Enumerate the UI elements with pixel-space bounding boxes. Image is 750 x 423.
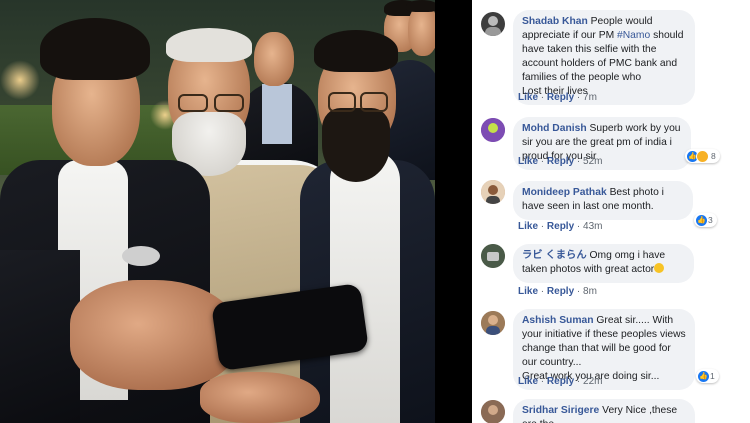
reaction-count: 8 [711, 151, 716, 161]
like-link[interactable]: Like [518, 286, 538, 297]
avatar[interactable] [481, 244, 505, 268]
laughing-emoji-icon [654, 263, 665, 273]
profile-image-icon [481, 118, 505, 142]
reply-link[interactable]: Reply [547, 221, 574, 232]
reply-link[interactable]: Reply [547, 376, 574, 387]
comment-actions: Like · Reply · 52m [518, 156, 603, 167]
comment-time: 8m [583, 286, 597, 297]
commenter-name[interactable]: Monideep Pathak [522, 187, 607, 198]
avatar[interactable] [481, 12, 505, 36]
comment-bubble: Shadab Khan People would appreciate if o… [513, 10, 695, 105]
comment-actions: Like · Reply · 8m [518, 286, 597, 297]
reply-link[interactable]: Reply [547, 156, 574, 167]
avatar[interactable] [481, 400, 505, 423]
haha-face-icon [696, 149, 709, 163]
like-link[interactable]: Like [518, 92, 538, 103]
profile-image-icon [481, 244, 505, 268]
comment-actions: Like · Reply · 7m [518, 92, 597, 103]
like-link[interactable]: Like [518, 221, 538, 232]
comment-time: 52m [583, 156, 603, 167]
avatar[interactable] [481, 118, 505, 142]
hashtag-link[interactable]: #Namo [617, 30, 650, 41]
reply-link[interactable]: Reply [547, 92, 574, 103]
pocket-square [122, 246, 160, 266]
like-link[interactable]: Like [518, 376, 538, 387]
like-link[interactable]: Like [518, 156, 538, 167]
profile-image-icon [481, 180, 505, 204]
profile-image-icon [481, 311, 505, 335]
commenter-name[interactable]: Sridhar Sirigere [522, 405, 599, 416]
comment-bubble: ラビ くまらん Omg omg i have taken photos with… [513, 244, 694, 283]
thumbs-up-icon: 👍 [698, 370, 709, 382]
reaction-summary[interactable]: 👍 8 [685, 149, 720, 163]
comment-bubble: Monideep Pathak Best photo i have seen i… [513, 181, 693, 220]
comment-actions: Like · Reply · 22m [518, 376, 603, 387]
profile-silhouette-icon [485, 16, 501, 36]
comment-actions: Like · Reply · 43m [518, 221, 603, 232]
comment-bubble: Sridhar Sirigere Very Nice ,these are th… [513, 399, 695, 423]
commenter-name[interactable]: Mohd Danish [522, 123, 587, 134]
hand [200, 372, 320, 423]
lamp-light [0, 60, 40, 100]
reaction-count: 3 [708, 215, 713, 225]
thumbs-up-icon: 👍 [696, 214, 707, 226]
commenter-name[interactable]: ラビ くまらん [522, 250, 587, 261]
commenter-name[interactable]: Ashish Suman [522, 315, 594, 326]
avatar[interactable] [481, 180, 505, 204]
reaction-summary[interactable]: 👍 1 [696, 369, 719, 383]
commenter-name[interactable]: Shadab Khan [522, 16, 588, 27]
selfie-photo [0, 0, 435, 423]
divider-bar [435, 0, 472, 423]
comments-panel: Shadab Khan People would appreciate if o… [472, 0, 750, 423]
reaction-count: 1 [710, 371, 715, 381]
comment-time: 43m [583, 221, 603, 232]
reaction-summary[interactable]: 👍 3 [694, 213, 717, 227]
comment-time: 22m [583, 376, 603, 387]
profile-image-icon [481, 400, 505, 423]
comment-time: 7m [583, 92, 597, 103]
reply-link[interactable]: Reply [547, 286, 574, 297]
avatar[interactable] [481, 311, 505, 335]
